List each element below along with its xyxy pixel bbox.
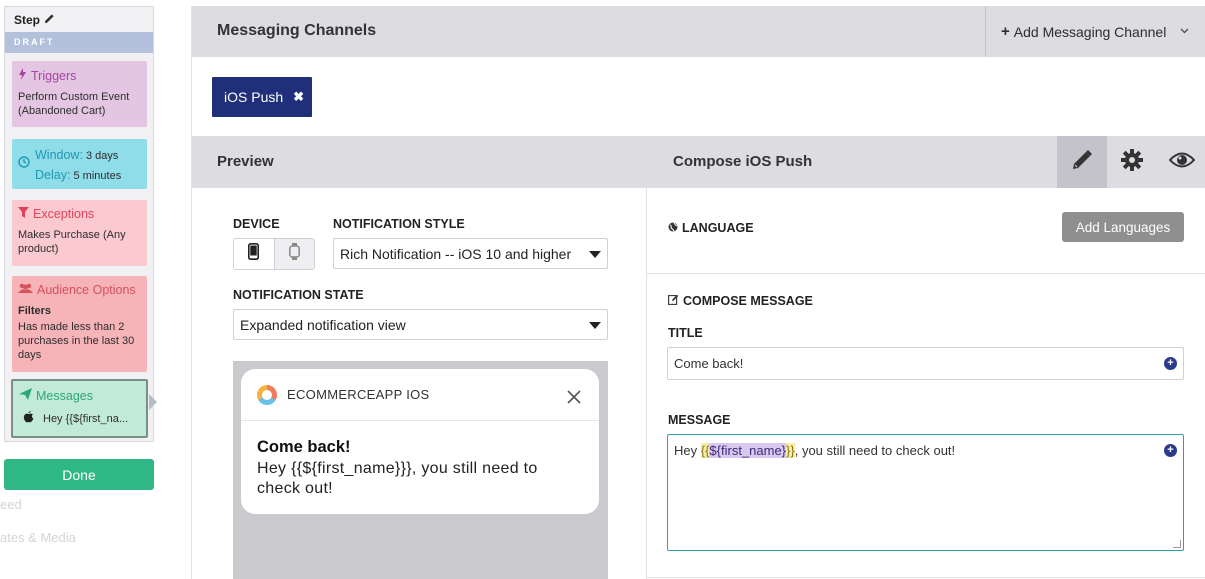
add-personalization-icon[interactable]: + xyxy=(1164,357,1177,370)
watch-icon xyxy=(288,243,300,265)
messaging-channels-header: Messaging Channels + Add Messaging Chann… xyxy=(192,6,1205,57)
audience-body: Has made less than 2 purchases in the la… xyxy=(18,321,135,361)
background-text: ates & Media xyxy=(0,530,76,545)
notification-style-select[interactable]: Rich Notification -- iOS 10 and higher xyxy=(333,238,608,269)
edit-tab-button[interactable] xyxy=(1057,136,1107,188)
compose-title: Compose iOS Push xyxy=(673,153,813,170)
title-field-label: TITLE xyxy=(668,326,703,340)
triggers-card[interactable]: Triggers Perform Custom Event (Abandoned… xyxy=(12,61,147,127)
apple-icon xyxy=(23,410,34,427)
preview-title: Preview xyxy=(217,153,274,170)
liquid-variable: ${first_name} xyxy=(709,443,787,458)
step-panel: Step DRAFT Triggers Perform Custom Event… xyxy=(4,6,154,442)
add-channel-label: Add Messaging Channel xyxy=(1013,23,1167,40)
add-languages-button[interactable]: Add Languages xyxy=(1062,212,1184,242)
channel-tag-label: iOS Push xyxy=(224,89,284,105)
dropdown-caret-icon xyxy=(589,251,601,258)
close-icon[interactable] xyxy=(567,384,581,410)
background-text: eed xyxy=(0,497,22,512)
page-title: Messaging Channels xyxy=(217,22,377,39)
exceptions-title: Exceptions xyxy=(33,207,95,221)
chevron-down-icon xyxy=(1180,26,1189,37)
triggers-body: Perform Custom Event (Abandoned Cart) xyxy=(18,91,130,117)
settings-tab-button[interactable] xyxy=(1107,136,1157,188)
delay-value: 5 minutes xyxy=(73,170,122,182)
notification-state-select[interactable]: Expanded notification view xyxy=(233,309,608,340)
notification-state-label: NOTIFICATION STATE xyxy=(233,288,364,302)
watch-device-button[interactable] xyxy=(273,239,314,269)
main-panel: Messaging Channels + Add Messaging Chann… xyxy=(191,6,1205,579)
resize-handle[interactable] xyxy=(1173,540,1181,548)
message-field-label: MESSAGE xyxy=(668,413,731,427)
globe-icon xyxy=(668,221,678,235)
done-button[interactable]: Done xyxy=(4,459,154,490)
message-item-label: Hey {{${first_na... xyxy=(43,412,128,425)
notification-preview-card: ECOMMERCEAPP IOS Come back! Hey {{${firs… xyxy=(241,369,599,514)
dropdown-caret-icon xyxy=(589,322,601,329)
title-input-value: Come back! xyxy=(674,356,744,371)
pencil-icon xyxy=(1071,149,1093,176)
notification-body: Hey {{${first_name}}}, you still need to… xyxy=(257,460,538,497)
clock-icon xyxy=(18,156,30,172)
app-name: ECOMMERCEAPP IOS xyxy=(287,387,430,402)
language-label: LANGUAGE xyxy=(682,221,754,235)
lightning-icon xyxy=(18,68,27,83)
step-title: Step xyxy=(14,12,41,27)
language-label-row: LANGUAGE xyxy=(668,221,754,235)
step-header: Step xyxy=(5,7,153,32)
window-label: Window: xyxy=(35,148,83,162)
message-textarea[interactable]: Hey {{${first_name}}}, you still need to… xyxy=(667,434,1184,551)
device-label: DEVICE xyxy=(233,217,280,231)
messages-card[interactable]: Messages Hey {{${first_na... xyxy=(11,379,148,438)
messages-title: Messages xyxy=(36,388,93,403)
notification-style-label: NOTIFICATION STYLE xyxy=(333,217,465,231)
delay-label: Delay: xyxy=(35,168,71,182)
message-text-suffix: , you still need to check out! xyxy=(794,443,956,458)
draft-status-bar: DRAFT xyxy=(5,32,153,53)
filters-label: Filters xyxy=(18,305,52,317)
panel-divider xyxy=(646,188,647,579)
compose-sub-header: Preview Compose iOS Push xyxy=(192,136,1205,188)
window-card[interactable]: Window: 3 days Delay: 5 minutes xyxy=(12,139,147,189)
paper-plane-icon xyxy=(19,388,32,403)
notification-header: ECOMMERCEAPP IOS xyxy=(241,369,599,421)
exceptions-card[interactable]: Exceptions Makes Purchase (Any product) xyxy=(12,200,147,266)
eye-icon xyxy=(1168,151,1196,174)
notification-title: Come back! xyxy=(257,438,351,456)
app-logo-icon xyxy=(257,384,277,405)
window-value: 3 days xyxy=(86,150,119,162)
notification-state-value: Expanded notification view xyxy=(240,316,406,333)
notification-style-value: Rich Notification -- iOS 10 and higher xyxy=(340,245,572,262)
remove-icon[interactable]: ✖ xyxy=(293,89,304,105)
ios-push-channel-tag[interactable]: iOS Push ✖ xyxy=(212,77,312,117)
audience-card[interactable]: Audience Options Filters Has made less t… xyxy=(12,276,147,372)
gear-icon xyxy=(1121,148,1143,176)
compose-message-label: COMPOSE MESSAGE xyxy=(683,294,813,308)
selected-step-arrow xyxy=(149,394,157,410)
preview-tab-button[interactable] xyxy=(1157,136,1205,188)
filter-icon xyxy=(18,207,29,221)
device-toggle xyxy=(233,238,315,270)
add-personalization-icon[interactable]: + xyxy=(1164,444,1177,457)
compose-message-label-row: COMPOSE MESSAGE xyxy=(668,294,813,308)
exceptions-body: Makes Purchase (Any product) xyxy=(18,229,126,255)
edit-square-icon xyxy=(668,294,679,308)
message-text-prefix: Hey xyxy=(674,443,701,458)
add-messaging-channel-button[interactable]: + Add Messaging Channel xyxy=(985,6,1205,57)
triggers-title: Triggers xyxy=(31,68,77,83)
phone-icon xyxy=(248,243,260,265)
pencil-icon[interactable] xyxy=(44,13,55,27)
users-icon xyxy=(18,283,33,297)
iphone-device-button[interactable] xyxy=(234,239,274,269)
audience-title: Audience Options xyxy=(37,283,136,297)
plus-icon: + xyxy=(1001,23,1010,40)
liquid-close-tag: }} xyxy=(786,443,795,458)
section-divider xyxy=(647,273,1205,274)
title-input[interactable]: Come back! + xyxy=(667,347,1184,380)
section-divider xyxy=(647,577,1205,578)
